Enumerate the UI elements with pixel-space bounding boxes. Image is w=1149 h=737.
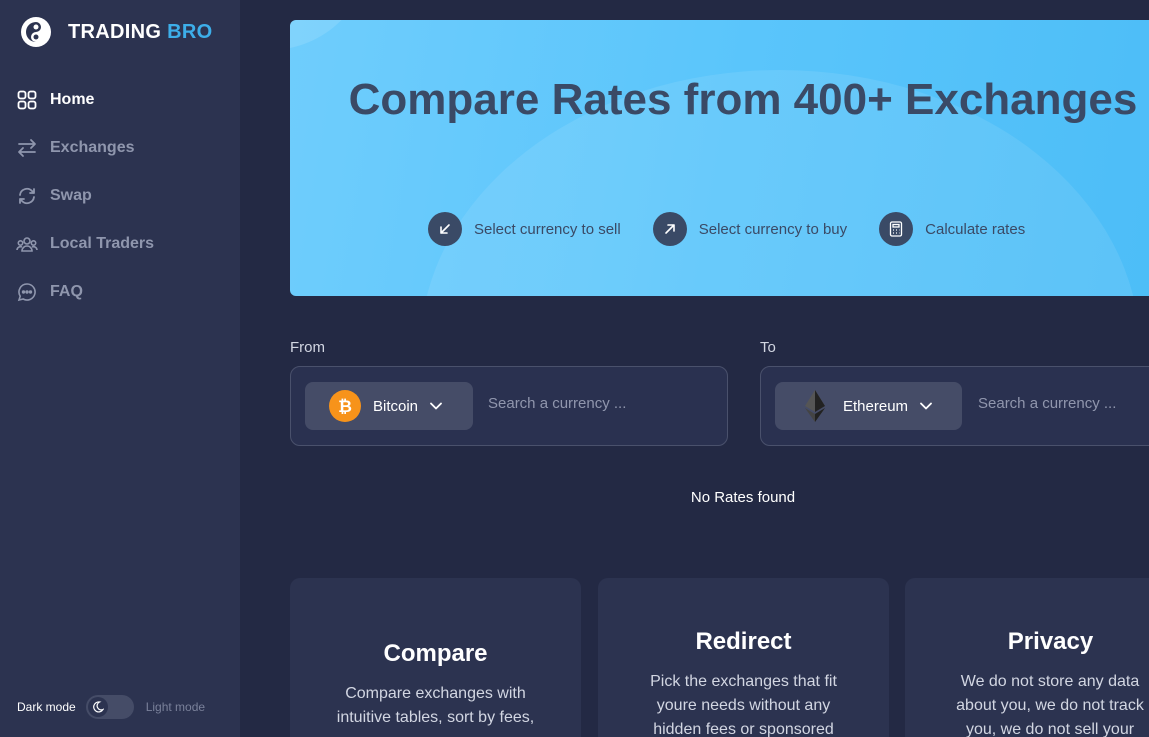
logo-icon: [21, 17, 51, 47]
sidebar-item-label: FAQ: [50, 283, 83, 300]
hero-banner: Compare Rates from 400+ Exchanges Select…: [290, 20, 1149, 296]
sidebar-item-label: Local Traders: [50, 235, 155, 252]
sidebar-nav: Home Exchanges Swap Local Traders FAQ: [0, 76, 240, 316]
brand-name: TRADING BRO: [68, 20, 213, 43]
users-icon: [16, 233, 38, 255]
to-currency-name: Ethereum: [843, 397, 909, 415]
brand-logo-link[interactable]: TRADING BRO: [16, 16, 212, 48]
ethereum-icon: [799, 390, 831, 422]
to-label: To: [760, 339, 776, 356]
feature-card-privacy: Privacy We do not store any data about y…: [905, 578, 1149, 737]
from-currency-name: Bitcoin: [373, 397, 419, 415]
to-search-input[interactable]: [978, 395, 1149, 412]
card-description: We do not store any data about you, we d…: [956, 673, 1144, 737]
from-search-input[interactable]: [488, 395, 688, 412]
theme-toggle[interactable]: [85, 695, 134, 719]
sidebar: TRADING BRO Home Exchanges Swap Local Tr…: [0, 0, 240, 737]
refresh-icon: [16, 185, 38, 207]
hero-title: Compare Rates from 400+ Exchanges: [348, 75, 1138, 124]
arrow-up-right-icon: [652, 212, 687, 246]
step-label: Select currency to sell: [474, 220, 621, 238]
chevron-down-icon: [920, 402, 932, 410]
arrows-swap-icon: [16, 137, 38, 159]
card-description: Pick the exchanges that fit youre needs …: [650, 673, 837, 737]
sidebar-item-faq[interactable]: FAQ: [0, 268, 240, 316]
svg-text:₿: ₿: [338, 397, 352, 416]
sidebar-item-local-traders[interactable]: Local Traders: [0, 220, 240, 268]
theme-switcher: Dark mode Light mode: [17, 695, 205, 719]
from-label: From: [290, 339, 325, 356]
step-buy: Select currency to buy: [652, 212, 848, 246]
sidebar-item-home[interactable]: Home: [0, 76, 240, 124]
feature-card-redirect: Redirect Pick the exchanges that fit you…: [598, 578, 889, 737]
to-currency-select[interactable]: Ethereum: [775, 382, 962, 430]
step-label: Select currency to buy: [698, 220, 848, 238]
sidebar-item-swap[interactable]: Swap: [0, 172, 240, 220]
grid-icon: [16, 89, 38, 111]
card-title: Redirect: [695, 628, 792, 655]
sidebar-item-exchanges[interactable]: Exchanges: [0, 124, 240, 172]
moon-icon: [87, 697, 108, 717]
hero-steps: Select currency to sell Select currency …: [428, 212, 1057, 246]
dark-mode-label: Dark mode: [17, 700, 76, 714]
card-title: Compare: [383, 640, 488, 667]
sidebar-item-label: Home: [50, 91, 95, 108]
step-label: Calculate rates: [925, 220, 1026, 238]
sidebar-item-label: Swap: [50, 187, 92, 204]
to-currency-box: Ethereum: [760, 366, 1149, 446]
step-calculate: Calculate rates: [879, 212, 1025, 246]
feature-card-compare: Compare Compare exchanges with intuitive…: [290, 578, 581, 737]
bitcoin-icon: ₿: [329, 390, 361, 422]
sidebar-item-label: Exchanges: [50, 139, 135, 156]
step-sell: Select currency to sell: [428, 212, 621, 246]
from-currency-box: ₿ Bitcoin: [290, 366, 728, 446]
card-title: Privacy: [1007, 628, 1094, 655]
card-description: Compare exchanges with intuitive tables,…: [336, 685, 535, 726]
arrow-down-left-icon: [428, 212, 462, 246]
hero-decoration: [290, 20, 370, 50]
no-rates-message: No Rates found: [690, 489, 796, 506]
calculator-icon: [879, 212, 914, 246]
chevron-down-icon: [430, 402, 442, 410]
from-currency-select[interactable]: ₿ Bitcoin: [305, 382, 473, 430]
light-mode-label: Light mode: [145, 700, 206, 714]
chat-icon: [16, 281, 38, 303]
